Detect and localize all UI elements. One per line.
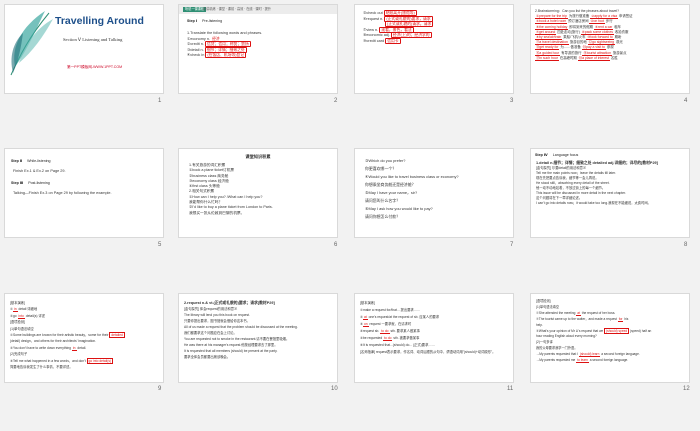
slide-number: 12 — [683, 386, 690, 392]
text-line: ③on request 一要求就，在请求时 — [360, 322, 412, 327]
list-item: ④check in (在饭店、机场等)登记 — [187, 52, 247, 59]
step-heading: Step Ⅳ Language focus — [535, 153, 579, 157]
slide-9[interactable]: [基本演练] ①in detail 详细地 ②go into detail(s)… — [4, 293, 164, 383]
talking-text: Talking—Finish Ex.3 on Page 29 by follow… — [13, 191, 112, 195]
slide-4[interactable]: 2.Brainstorming：Can you list the phrases… — [530, 4, 690, 94]
site-label: 第一PPT模板网-WWW.1PPT.COM — [67, 65, 123, 69]
topbar-label: 精讲精炼 · 课堂 · 课前 · 高效 · 在线 · 课时 · 提升 — [203, 7, 271, 11]
text-line: ④Would you like to travel business class… — [365, 174, 459, 179]
slide-number: 5 — [158, 242, 162, 248]
text-line: 简要地告诉我发生了什么事情，不要详述。 — [10, 365, 73, 370]
slide-1[interactable]: Travelling Around Section Ⅴ Listening an… — [4, 4, 164, 94]
slide-number: 9 — [158, 386, 162, 392]
slide-content: [基本演练] ①in detail 详细地 ②go into detail(s)… — [10, 300, 160, 370]
slide-number: 8 — [684, 242, 688, 248]
slide-content: 2.Brainstorming：Can you list the phrases… — [535, 9, 686, 61]
slide-content: ③Which do you prefer? 你更喜欢哪一个？ ④Would yo… — [365, 157, 507, 221]
slide-content: ⑤check out 结账离开(旅馆等) ⑥request n. (正式或礼貌的… — [363, 10, 507, 45]
text-line: 请问你想怎么付款？ — [365, 214, 401, 219]
text-line: ①make a request for/that... 提出要求…… — [360, 308, 421, 312]
slide-number: 6 — [334, 242, 338, 248]
section-header: [基本演练] — [360, 301, 376, 305]
text-line: ③Which do you prefer? — [365, 158, 406, 163]
slide-content: [语境检测] (1)单句语法填空 ①She attended the meeti… — [536, 299, 686, 364]
section-heading: 课堂知识积累 — [245, 154, 271, 159]
slide-grid: Travelling Around Section Ⅴ Listening an… — [0, 0, 700, 431]
text-line: ④request sb. to do sth. 要求某人做某事 — [360, 329, 420, 334]
text-line: 请问您叫什么名字？ — [365, 198, 401, 203]
slide-number: 3 — [510, 98, 514, 104]
slide-number: 2 — [334, 98, 338, 104]
feather-illustration — [10, 11, 53, 76]
phrase-row: ⑰in such hour 在高峰时期 ⑱a place of interest… — [535, 55, 618, 61]
text-line: ⑤May I have your name，sir? — [365, 190, 418, 195]
text-line: 我想买一张从伦敦到巴黎的机票。 — [189, 210, 245, 215]
slide-topbar: 听说一课课程 精讲精炼 · 课堂 · 课前 · 高效 · 在线 · 课时 · 提… — [179, 5, 337, 14]
slide-10[interactable]: 2.request n.& vt.(正式或礼貌的)要求；请求[教材P29] [金… — [178, 293, 338, 383]
step-heading: Step Ⅲ Post-listening — [11, 181, 50, 185]
text-line: ②at one's request/at the request of sb. … — [360, 315, 440, 320]
slide-11[interactable]: [基本演练] ①make a request for/that... 提出要求…… — [354, 293, 514, 383]
text-line: →My parents requested me to learn a seco… — [536, 358, 629, 364]
slide-6[interactable]: 课堂知识积累 1.有关旅游的词汇积累 ①book a plane ticket订… — [178, 148, 338, 238]
text-line: 要求全体会员都要出席该晚会。 — [184, 355, 231, 359]
slide-number: 7 — [510, 242, 514, 248]
slide-3[interactable]: ⑤check out 结账离开(旅馆等) ⑥request n. (正式或礼貌的… — [354, 4, 514, 94]
step-heading: Step Ⅱ While-listening — [11, 159, 51, 163]
slide-content: 1.detail n.细节；详情；细致之处 detailed adj.详细的；详… — [536, 161, 686, 205]
step-text: Finish Ex.1 & Ex.2 on Page 29. — [13, 169, 66, 173]
slide-number: 10 — [331, 386, 338, 392]
presentation-title: Travelling Around — [55, 15, 144, 27]
step-heading: Step Ⅰ Pre-listening — [187, 19, 222, 24]
step-number: Step Ⅰ — [187, 19, 198, 23]
slide-content: 1.有关旅游的词汇积累 ①book a plane ticket订机票 ②bus… — [189, 163, 331, 216]
list-item: ⑨credit card 信用卡 — [363, 37, 401, 44]
text-line: ⑥May I ask how you would like to pay? — [365, 206, 433, 211]
slide-number: 1 — [158, 98, 162, 104]
text-line: 你想乘坐商务舱还是经济舱？ — [365, 182, 416, 187]
slide-2[interactable]: 听说一课课程 精讲精炼 · 课堂 · 课前 · 高效 · 在线 · 课时 · 提… — [178, 4, 338, 94]
text-line: ⑤be requested to do sth. 被要求做某事 — [360, 336, 420, 341]
text-line: I can't go into details now；it would tak… — [536, 200, 651, 205]
slide-number: 4 — [684, 98, 688, 104]
slide-8[interactable]: Step Ⅳ Language focus 1.detail n.细节；详情；细… — [530, 148, 690, 238]
slide-content: [基本演练] ①make a request for/that... 提出要求…… — [360, 300, 510, 356]
presentation-subtitle: Section Ⅴ Listening and Talking — [63, 37, 123, 42]
slide-5[interactable]: Step Ⅱ While-listening Finish Ex.1 & Ex.… — [4, 148, 164, 238]
slide-content: 1.Translate the following words and phra… — [187, 31, 331, 59]
slide-12[interactable]: [语境检测] (1)单句语法填空 ①She attended the meeti… — [530, 293, 690, 383]
slide-number: 11 — [507, 386, 514, 392]
text-line: [名师指津] request表示要求，作名词、动词后跟的从句中，谓语动词用"(s… — [360, 350, 496, 354]
text-line: 你更喜欢哪一个？ — [365, 166, 397, 171]
text-line: ⑥It is requested that...(should) do... (… — [360, 343, 435, 347]
slide-7[interactable]: ③Which do you prefer? 你更喜欢哪一个？ ④Would yo… — [354, 148, 514, 238]
slide-content: 2.request n.& vt.(正式或礼貌的)要求；请求[教材P29] [金… — [184, 300, 334, 360]
step-title: Pre-listening — [202, 19, 223, 23]
